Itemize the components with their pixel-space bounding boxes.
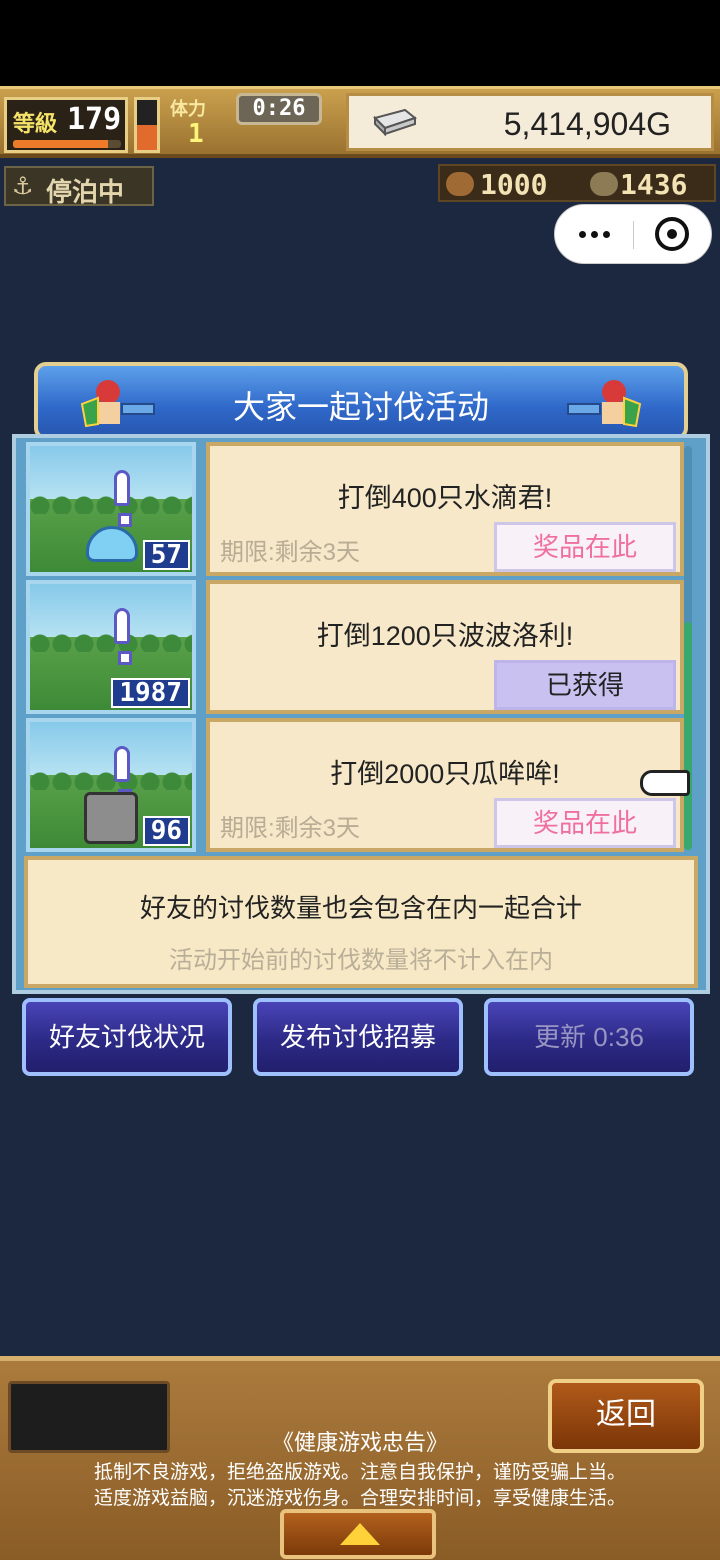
view-reward-button[interactable]: 奖品在此 (494, 798, 676, 848)
bottom-panel: 返回 《健康游戏忠告》 抵制不良游戏，拒绝盗版游戏。注意自我保护，谨防受骗上当。… (0, 1356, 720, 1560)
mission-row: 96 打倒2000只瓜哞哞! 期限:剩余3天 奖品在此 (26, 718, 698, 852)
ore-icon (590, 172, 618, 196)
pointer-hand-icon (640, 770, 690, 796)
alert-icon (114, 746, 132, 803)
mission-card: 打倒1200只波波洛利! 已获得 (206, 580, 684, 714)
game-hud: 等級 179 体力 1 0:26 5,414,904G (0, 86, 720, 158)
mission-thumbnail: 57 (26, 442, 196, 576)
close-miniprogram-icon[interactable] (655, 217, 689, 251)
mission-card: 打倒2000只瓜哞哞! 期限:剩余3天 奖品在此 (206, 718, 684, 852)
dock-status-badge[interactable]: ⚓ 停泊中 (4, 166, 154, 208)
note-sub-text: 活动开始前的讨伐数量将不计入在内 (169, 947, 553, 974)
mission-row: 1987 打倒1200只波波洛利! 已获得 (26, 580, 698, 714)
anchor-icon: ⚓ (12, 172, 34, 200)
capsule-divider (633, 221, 634, 249)
exp-bar-fill (13, 140, 109, 148)
trees-decoration (30, 632, 192, 652)
view-reward-button[interactable]: 奖品在此 (494, 522, 676, 572)
health-notice-line-1: 抵制不良游戏，拒绝盗版游戏。注意自我保护，谨防受骗上当。 (93, 1462, 626, 1483)
level-box: 等級 179 (4, 97, 128, 153)
mission-thumbnail: 96 (26, 718, 196, 852)
slime-monster-icon (86, 526, 138, 562)
mission-thumbnail: 1987 (26, 580, 196, 714)
mission-title: 打倒2000只瓜哞哞! (330, 759, 560, 789)
stamina-label: 体力 (170, 99, 206, 120)
kill-count: 57 (142, 540, 190, 570)
health-notice-line-2: 适度游戏益脑，沉迷游戏伤身。合理安排时间，享受健康生活。 (93, 1488, 626, 1509)
mission-title: 打倒400只水滴君! (337, 483, 553, 513)
status-bar-area (0, 0, 720, 86)
resource-1-value: 1000 (480, 168, 548, 201)
alert-icon (114, 608, 132, 665)
mission-row: 57 打倒400只水滴君! 期限:剩余3天 奖品在此 (26, 442, 698, 576)
refresh-button[interactable]: 更新 0:36 (484, 998, 694, 1076)
silver-ingot-icon (373, 108, 417, 136)
trees-decoration (30, 494, 192, 514)
friend-status-button[interactable]: 好友讨伐状况 (22, 998, 232, 1076)
mission-deadline: 期限:剩余3天 (220, 539, 361, 566)
resource-bar: 1000 1436 (438, 164, 716, 202)
note-box: 好友的讨伐数量也会包含在内一起合计 活动开始前的讨伐数量将不计入在内 (24, 856, 698, 988)
kill-count: 96 (142, 816, 190, 846)
level-value: 179 (67, 102, 122, 137)
level-label: 等級 (13, 112, 58, 137)
exp-bar (13, 140, 121, 148)
post-recruit-button[interactable]: 发布讨伐招募 (253, 998, 463, 1076)
stamina-gauge (134, 97, 160, 153)
miniprogram-capsule (554, 204, 712, 264)
claimed-button[interactable]: 已获得 (494, 660, 676, 710)
gold-value: 5,414,904G (503, 106, 671, 142)
more-options-icon[interactable] (555, 205, 633, 263)
alert-icon (114, 470, 132, 527)
expand-menu-button[interactable] (280, 1509, 436, 1559)
mission-card: 打倒400只水滴君! 期限:剩余3天 奖品在此 (206, 442, 684, 576)
recovery-timer: 0:26 (236, 93, 322, 125)
note-main-text: 好友的讨伐数量也会包含在内一起合计 (139, 893, 582, 923)
health-notice-title: 《健康游戏忠告》 (271, 1430, 448, 1455)
robot-monster-icon (84, 792, 138, 844)
wood-icon (446, 172, 474, 196)
dock-status-text: 停泊中 (46, 178, 125, 208)
up-arrow-icon (340, 1523, 380, 1545)
stamina-value: 1 (188, 119, 204, 149)
event-panel: 57 打倒400只水滴君! 期限:剩余3天 奖品在此 1987 打倒1200只波… (12, 434, 710, 994)
resource-2-value: 1436 (620, 168, 688, 201)
hero-icon-right (567, 380, 642, 428)
trees-decoration (30, 770, 192, 790)
kill-count: 1987 (111, 678, 190, 708)
stamina-fill (137, 125, 157, 150)
mission-title: 打倒1200只波波洛利! (316, 621, 574, 651)
mission-deadline: 期限:剩余3天 (220, 815, 361, 842)
scrollbar-thumb[interactable] (684, 622, 692, 850)
gold-panel: 5,414,904G (346, 93, 714, 151)
event-title-bar: 大家一起讨伐活动 (34, 362, 688, 440)
